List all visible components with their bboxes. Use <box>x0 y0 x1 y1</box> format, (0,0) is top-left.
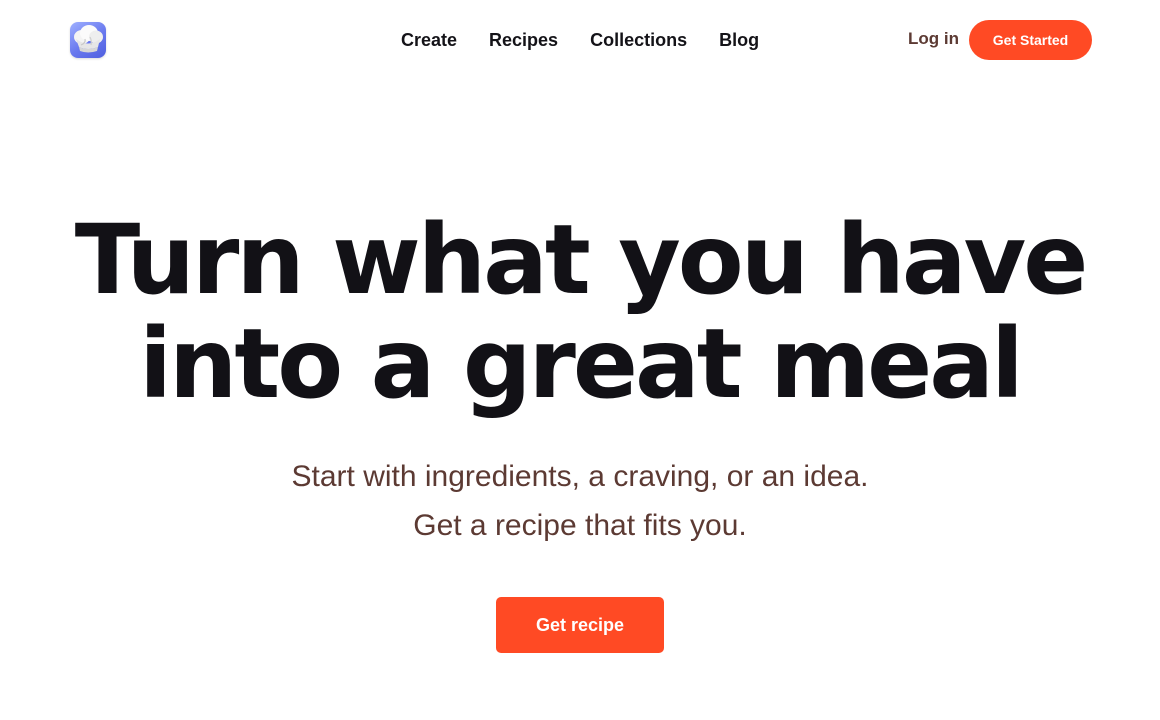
login-link[interactable]: Log in <box>908 29 959 49</box>
hero-subtitle: Start with ingredients, a craving, or an… <box>0 452 1160 550</box>
nav-link-create[interactable]: Create <box>401 29 457 51</box>
hero-subtitle-line-2: Get a recipe that fits you. <box>413 509 747 542</box>
chef-hat-logo-icon[interactable] <box>70 22 106 58</box>
get-recipe-button[interactable]: Get recipe <box>496 597 664 653</box>
site-header: Create Recipes Collections Blog Log in G… <box>0 0 1160 80</box>
get-started-button[interactable]: Get Started <box>969 20 1092 60</box>
chef-hat-icon <box>74 25 103 53</box>
nav-link-recipes[interactable]: Recipes <box>489 29 558 51</box>
main-nav: Create Recipes Collections Blog <box>401 29 759 51</box>
hero-title-line-2: into a great meal <box>139 308 1024 420</box>
nav-link-collections[interactable]: Collections <box>590 29 687 51</box>
hero-title: Turn what you have into a great meal <box>0 208 1160 416</box>
nav-link-blog[interactable]: Blog <box>719 29 759 51</box>
hero-subtitle-line-1: Start with ingredients, a craving, or an… <box>291 460 869 493</box>
hero-title-line-1: Turn what you have <box>74 204 1089 316</box>
